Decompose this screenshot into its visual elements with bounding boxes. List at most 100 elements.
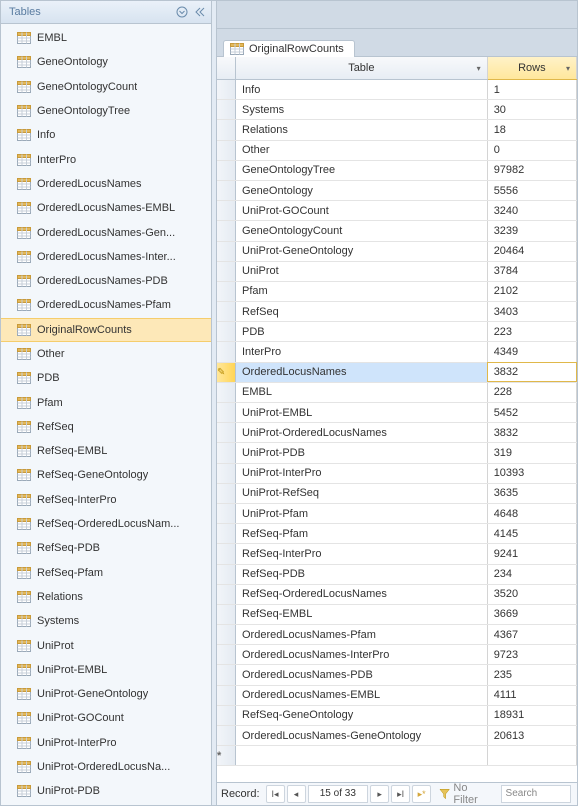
cell-table[interactable]: GeneOntology — [236, 180, 488, 200]
row-selector[interactable] — [217, 382, 236, 402]
cell-rows[interactable] — [487, 746, 576, 766]
cell-table[interactable]: GeneOntologyTree — [236, 160, 488, 180]
cell-rows[interactable]: 0 — [487, 140, 576, 160]
tab-originalrowcounts[interactable]: OriginalRowCounts — [223, 40, 355, 57]
cell-table[interactable] — [236, 746, 488, 766]
table-row[interactable]: UniProt-InterPro10393 — [217, 463, 577, 483]
next-record-button[interactable]: ▸ — [370, 785, 389, 803]
row-selector[interactable] — [217, 281, 236, 301]
table-row[interactable]: RefSeq-Pfam4145 — [217, 524, 577, 544]
table-row[interactable]: PDB223 — [217, 322, 577, 342]
cell-rows[interactable]: 20464 — [487, 241, 576, 261]
cell-table[interactable]: RefSeq — [236, 302, 488, 322]
sidebar-item-uniprot-interpro[interactable]: UniProt-InterPro — [1, 731, 211, 755]
cell-rows[interactable]: 20613 — [487, 726, 576, 746]
cell-table[interactable]: RefSeq-OrderedLocusNames — [236, 584, 488, 604]
table-row[interactable]: Info1 — [217, 80, 577, 100]
cell-rows[interactable]: 9723 — [487, 645, 576, 665]
table-row[interactable]: Relations18 — [217, 120, 577, 140]
row-selector[interactable] — [217, 423, 236, 443]
row-selector[interactable] — [217, 241, 236, 261]
collapse-pane-icon[interactable] — [193, 5, 207, 19]
chevron-down-icon[interactable]: ▾ — [562, 61, 574, 75]
cell-table[interactable]: UniProt-PDB — [236, 443, 488, 463]
row-selector[interactable] — [217, 180, 236, 200]
table-list[interactable]: EMBLGeneOntologyGeneOntologyCountGeneOnt… — [1, 24, 211, 805]
sidebar-item-refseq-orderedlocusnam-[interactable]: RefSeq-OrderedLocusNam... — [1, 512, 211, 536]
row-selector[interactable] — [217, 524, 236, 544]
cell-table[interactable]: RefSeq-EMBL — [236, 604, 488, 624]
cell-rows[interactable]: 30 — [487, 100, 576, 120]
table-row[interactable]: RefSeq-InterPro9241 — [217, 544, 577, 564]
row-selector[interactable] — [217, 726, 236, 746]
sidebar-item-originalrowcounts[interactable]: OriginalRowCounts — [1, 318, 211, 342]
table-row[interactable]: GeneOntologyCount3239 — [217, 221, 577, 241]
row-selector[interactable] — [217, 604, 236, 624]
row-selector[interactable] — [217, 120, 236, 140]
cell-rows[interactable]: 3403 — [487, 302, 576, 322]
sidebar-item-embl[interactable]: EMBL — [1, 26, 211, 50]
row-selector[interactable] — [217, 564, 236, 584]
row-selector[interactable] — [217, 80, 236, 100]
table-row[interactable]: RefSeq-EMBL3669 — [217, 604, 577, 624]
sidebar-item-refseq-geneontology[interactable]: RefSeq-GeneOntology — [1, 463, 211, 487]
row-selector[interactable] — [217, 160, 236, 180]
search-input[interactable]: Search — [501, 785, 571, 803]
sidebar-item-refseq[interactable]: RefSeq — [1, 415, 211, 439]
row-selector[interactable] — [217, 645, 236, 665]
cell-rows[interactable]: 4111 — [487, 685, 576, 705]
cell-table[interactable]: Pfam — [236, 281, 488, 301]
cell-table[interactable]: OrderedLocusNames — [236, 362, 488, 382]
cell-rows[interactable]: 18931 — [487, 705, 576, 725]
cell-table[interactable]: OrderedLocusNames-InterPro — [236, 645, 488, 665]
cell-rows[interactable]: 3832 — [487, 423, 576, 443]
cell-table[interactable]: UniProt-GOCount — [236, 201, 488, 221]
row-selector[interactable]: * — [217, 746, 236, 766]
row-selector[interactable] — [217, 403, 236, 423]
row-selector[interactable] — [217, 544, 236, 564]
table-row[interactable]: ✎OrderedLocusNames3832 — [217, 362, 577, 382]
column-header-rows[interactable]: Rows ▾ — [487, 57, 576, 80]
cell-table[interactable]: OrderedLocusNames-EMBL — [236, 685, 488, 705]
table-row[interactable]: UniProt-OrderedLocusNames3832 — [217, 423, 577, 443]
cell-rows[interactable]: 4145 — [487, 524, 576, 544]
sidebar-item-uniprot-gocount[interactable]: UniProt-GOCount — [1, 706, 211, 730]
cell-table[interactable]: UniProt-EMBL — [236, 403, 488, 423]
cell-rows[interactable]: 18 — [487, 120, 576, 140]
chevron-down-icon[interactable]: ▾ — [473, 61, 485, 75]
cell-table[interactable]: OrderedLocusNames-Pfam — [236, 625, 488, 645]
row-selector[interactable] — [217, 201, 236, 221]
new-record-button[interactable]: ▸* — [412, 785, 431, 803]
table-row[interactable]: UniProt-Pfam4648 — [217, 503, 577, 523]
sidebar-item-other[interactable]: Other — [1, 342, 211, 366]
table-row[interactable]: OrderedLocusNames-PDB235 — [217, 665, 577, 685]
cell-rows[interactable]: 3520 — [487, 584, 576, 604]
table-row[interactable]: GeneOntology5556 — [217, 180, 577, 200]
cell-table[interactable]: OrderedLocusNames-PDB — [236, 665, 488, 685]
sidebar-item-interpro[interactable]: InterPro — [1, 147, 211, 171]
row-selector[interactable] — [217, 625, 236, 645]
row-selector[interactable] — [217, 443, 236, 463]
sidebar-item-uniprot-pdb[interactable]: UniProt-PDB — [1, 779, 211, 803]
cell-table[interactable]: InterPro — [236, 342, 488, 362]
cell-rows[interactable]: 2102 — [487, 281, 576, 301]
sidebar-item-orderedlocusnames-gen-[interactable]: OrderedLocusNames-Gen... — [1, 220, 211, 244]
first-record-button[interactable]: I◂ — [266, 785, 285, 803]
column-header-table[interactable]: Table ▾ — [236, 57, 488, 80]
sidebar-item-refseq-pdb[interactable]: RefSeq-PDB — [1, 536, 211, 560]
row-selector[interactable] — [217, 140, 236, 160]
chevron-down-circle-icon[interactable] — [175, 5, 189, 19]
cell-table[interactable]: Other — [236, 140, 488, 160]
cell-rows[interactable]: 3784 — [487, 261, 576, 281]
row-selector[interactable] — [217, 302, 236, 322]
table-row[interactable]: RefSeq-GeneOntology18931 — [217, 705, 577, 725]
cell-rows[interactable]: 3635 — [487, 483, 576, 503]
new-record-row[interactable]: * — [217, 746, 577, 766]
table-row[interactable]: UniProt3784 — [217, 261, 577, 281]
table-row[interactable]: OrderedLocusNames-GeneOntology20613 — [217, 726, 577, 746]
table-row[interactable]: RefSeq-OrderedLocusNames3520 — [217, 584, 577, 604]
sidebar-item-orderedlocusnames-pfam[interactable]: OrderedLocusNames-Pfam — [1, 293, 211, 317]
row-selector[interactable]: ✎ — [217, 362, 236, 382]
row-selector[interactable] — [217, 463, 236, 483]
cell-table[interactable]: Relations — [236, 120, 488, 140]
